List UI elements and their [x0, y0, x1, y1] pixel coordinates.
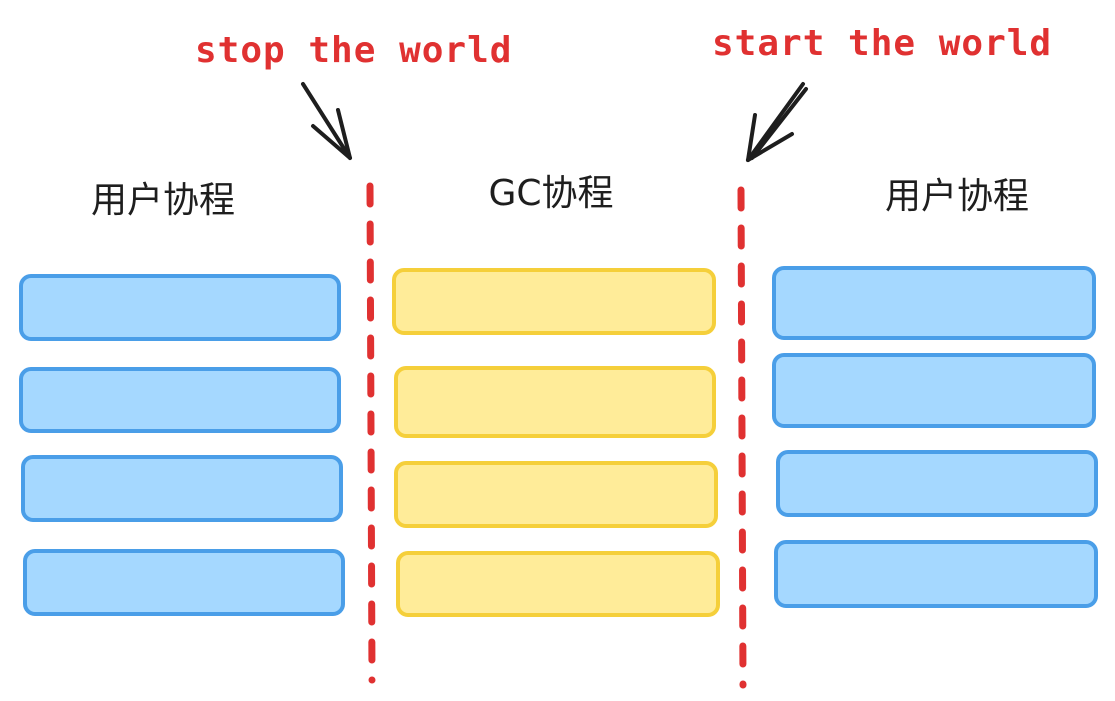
- stop-divider-line: [366, 182, 376, 684]
- coroutine-bar: [396, 551, 720, 617]
- coroutine-bar: [776, 450, 1098, 517]
- coroutine-bar: [392, 268, 716, 335]
- user-coroutine-title-left: 用户协程: [91, 180, 235, 221]
- coroutine-bar: [772, 353, 1096, 428]
- gc-coroutine-title: GC协程: [488, 173, 613, 214]
- coroutine-bar: [394, 366, 716, 438]
- coroutine-bar: [23, 549, 345, 616]
- start-arrow-icon: [746, 82, 808, 162]
- gc-coroutine-bars: [392, 268, 720, 617]
- coroutine-bar: [19, 274, 341, 341]
- coroutine-bar: [21, 455, 343, 522]
- start-the-world-label: start the world: [712, 23, 1052, 64]
- user-coroutine-bars-left: [19, 274, 345, 616]
- coroutine-bar: [19, 367, 341, 433]
- gc-stw-diagram: stop the world start the world 用户协程 GC协程…: [19, 23, 1098, 689]
- user-coroutine-bars-right: [772, 266, 1098, 608]
- coroutine-bar: [772, 266, 1096, 340]
- user-coroutine-title-right: 用户协程: [885, 176, 1029, 217]
- start-divider-line: [737, 186, 747, 689]
- stop-arrow-icon: [301, 82, 352, 160]
- coroutine-bar: [774, 540, 1098, 608]
- stop-the-world-label: stop the world: [195, 30, 512, 71]
- coroutine-bar: [394, 461, 718, 528]
